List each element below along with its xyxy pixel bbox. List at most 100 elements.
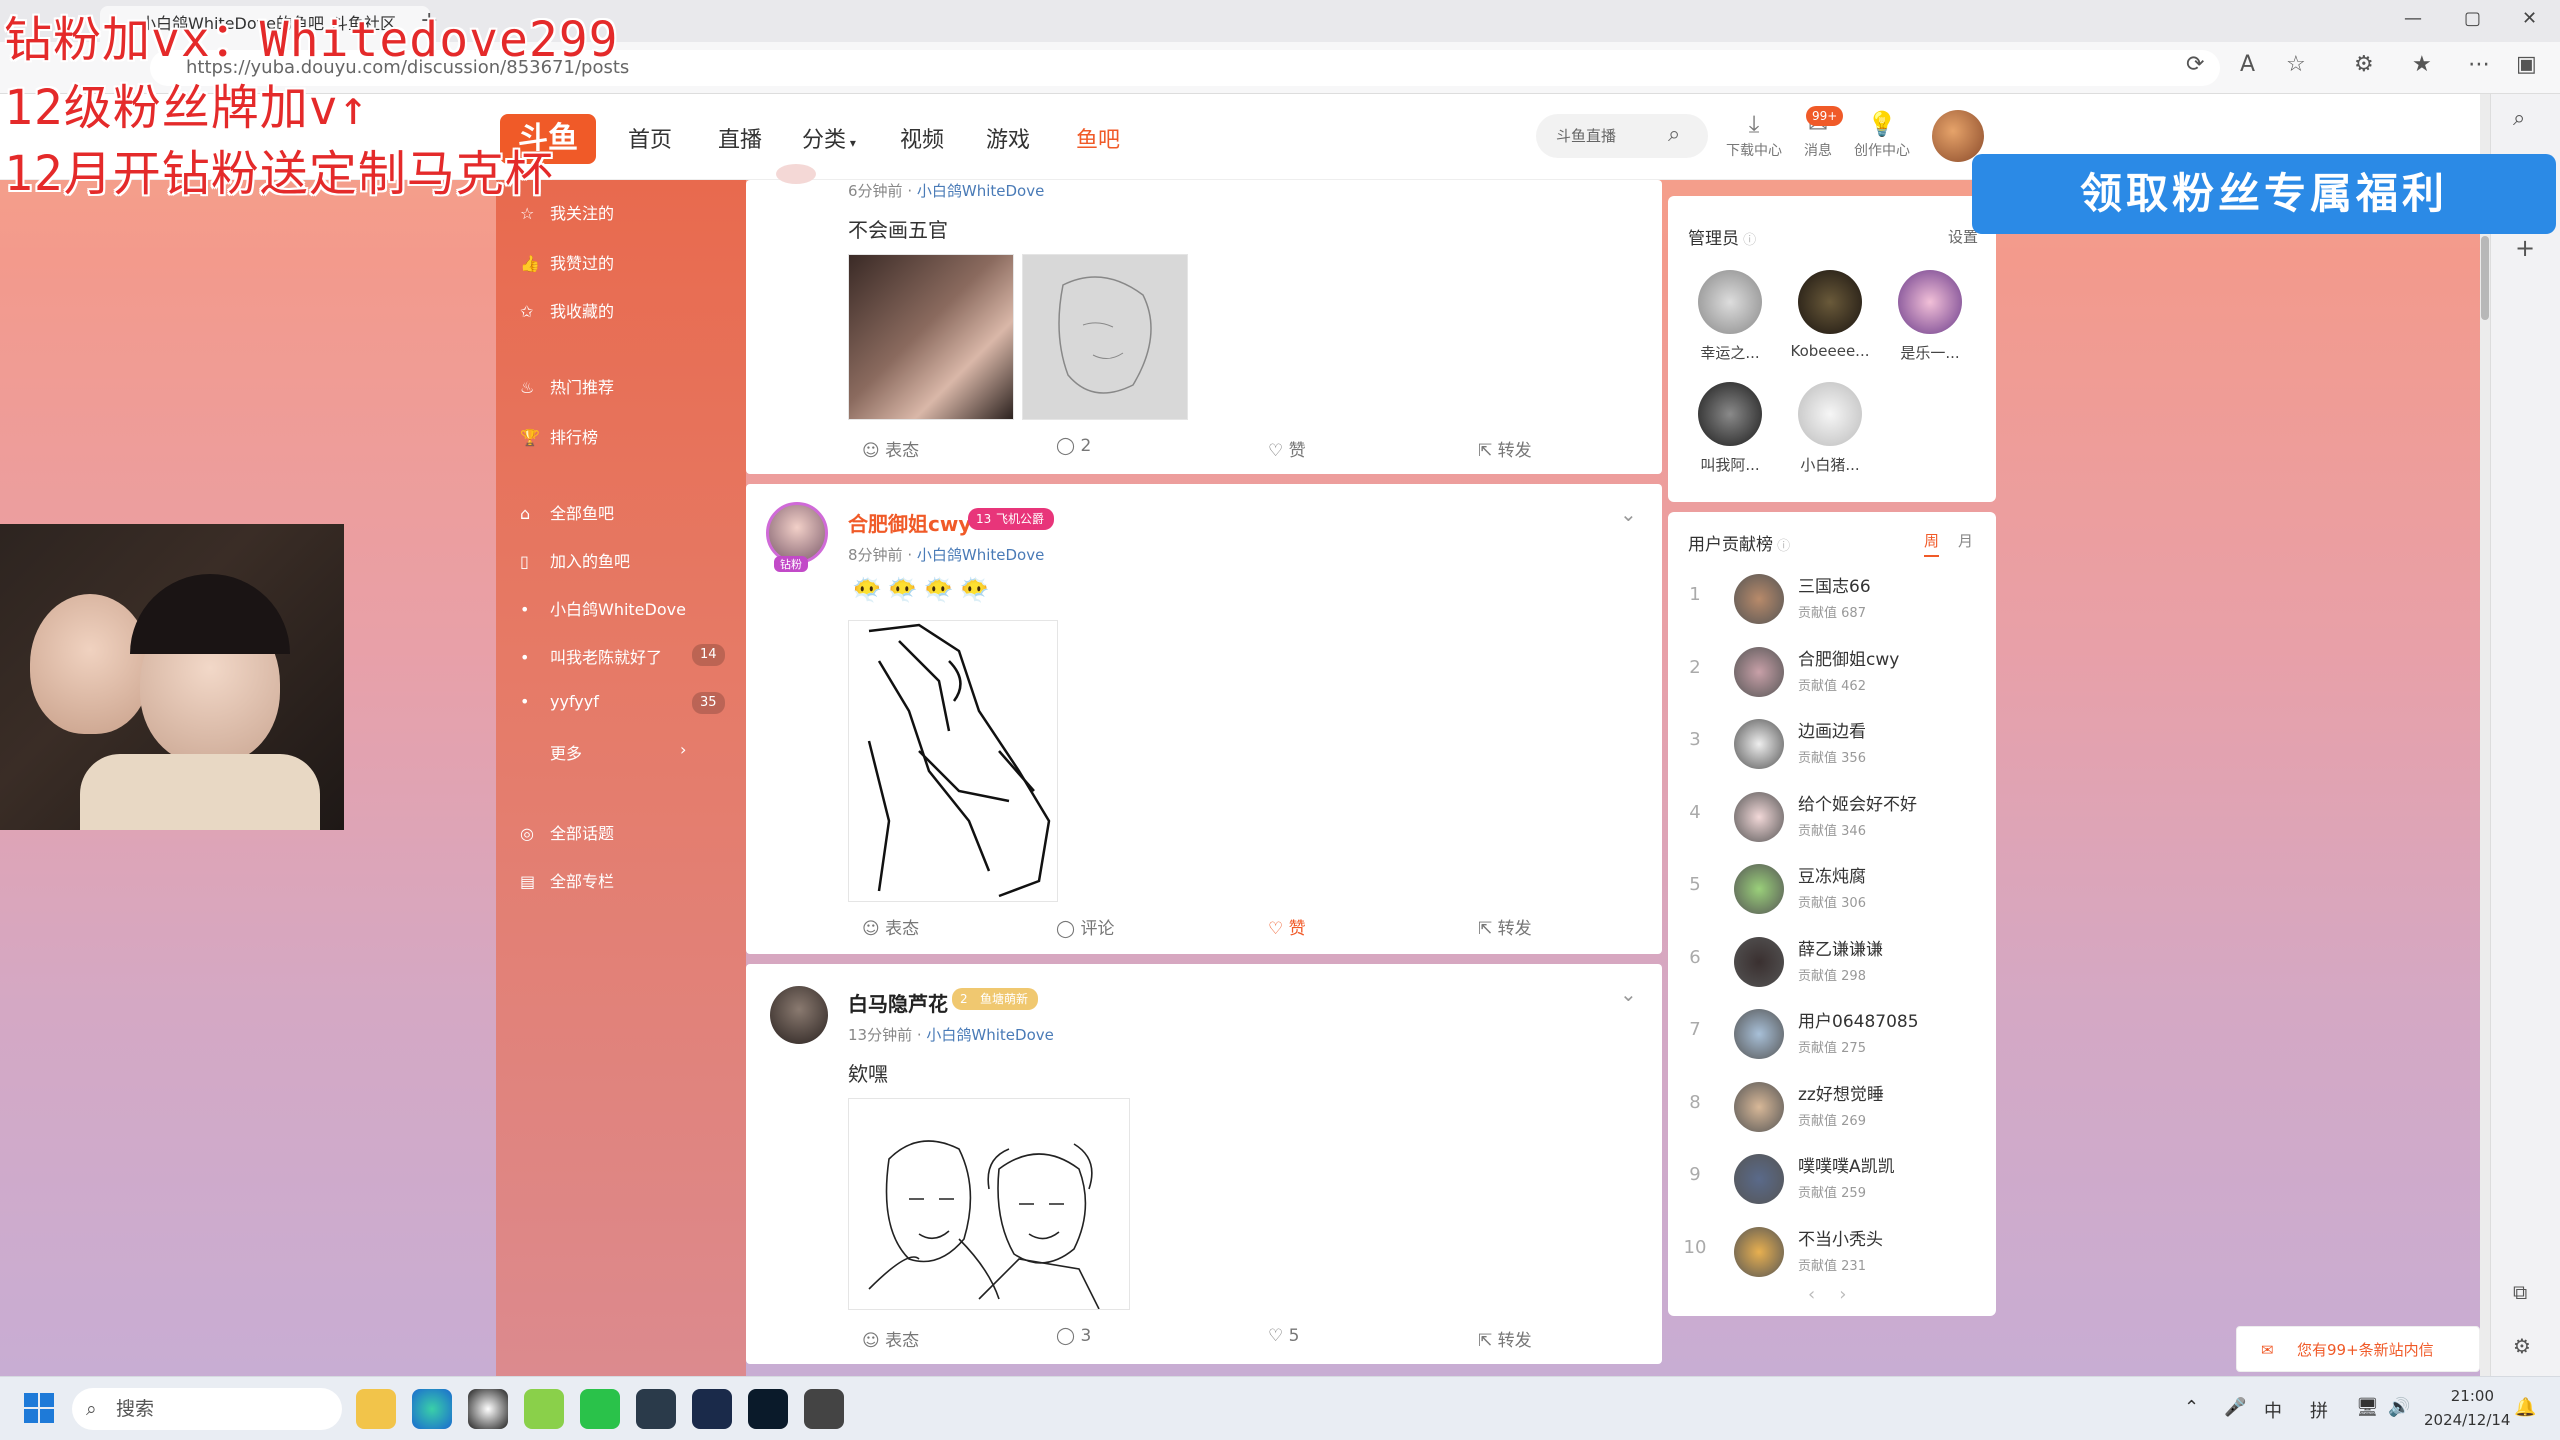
nav-home[interactable]: 首页 [628,122,672,154]
post-image[interactable] [848,1098,1130,1310]
ranking-row[interactable]: 2 合肥御姐cwy 贡献值 462 [1668,637,1996,707]
terminal-icon[interactable] [636,1389,676,1429]
like-button[interactable]: ♡ 赞 [1268,436,1306,461]
rank-username[interactable]: 用户06487085 [1798,1007,1919,1032]
sidebar-toggle-icon[interactable]: ▣ [2516,52,2537,77]
sidebar-item-topics[interactable]: ◎ 全部话题 [520,820,614,844]
post-avatar[interactable] [766,502,828,564]
share-button[interactable]: ⇱ 转发 [1478,914,1532,939]
file-explorer-icon[interactable] [356,1389,396,1429]
sidebar-item-liked[interactable]: 👍 我赞过的 [520,250,614,274]
share-button[interactable]: ⇱ 转发 [1478,436,1532,461]
rank-username[interactable]: 噗噗噗A凯凯 [1798,1152,1895,1177]
rank-avatar[interactable] [1734,1081,1784,1132]
rank-avatar[interactable] [1734,646,1784,697]
scrollbar-thumb[interactable] [2481,236,2489,320]
fan-benefit-banner[interactable]: 领取粉丝专属福利 [1972,154,2556,234]
wechat-icon[interactable] [580,1389,620,1429]
minimize-button[interactable]: — [2404,8,2422,29]
comment-button[interactable]: ◯ 评论 [1056,914,1114,939]
rank-avatar[interactable] [1734,1009,1784,1059]
favorite-icon[interactable]: ☆ [2286,52,2306,77]
search-icon[interactable]: ⌕ [1668,122,1680,147]
ranking-row[interactable]: 4 给个姬会好不好 贡献值 346 [1668,782,1996,852]
like-button[interactable]: ♡ 赞 [1268,914,1306,939]
post-username[interactable]: 合肥御姐cwy [848,508,971,537]
moderator-name[interactable]: 是乐一... [1880,342,1980,363]
app-icon[interactable] [524,1389,564,1429]
rank-avatar[interactable] [1734,719,1784,769]
post-group-link[interactable]: 小白鸽WhiteDove [917,182,1044,200]
add-icon[interactable]: + [2515,234,2535,262]
favorites-bar-icon[interactable]: ★ [2412,52,2432,77]
network-icon[interactable]: 🖥 [2356,1397,2379,1418]
rank-username[interactable]: 豆冻炖腐 [1798,862,1866,887]
rank-avatar[interactable] [1734,791,1784,842]
react-button[interactable]: ☺ 表态 [862,914,919,939]
rank-username[interactable]: 薛乙谦谦谦 [1798,935,1883,960]
maximize-button[interactable]: ▢ [2464,8,2481,29]
nav-yuba[interactable]: 鱼吧 [1076,122,1120,154]
sidebar-item-yyfyyf[interactable]: • yyfyyf [520,692,599,711]
ranking-row[interactable]: 1 三国志66 贡献值 687 [1668,564,1996,634]
rank-username[interactable]: 不当小秃头 [1798,1225,1883,1250]
nav-game[interactable]: 游戏 [986,122,1030,154]
rank-username[interactable]: 给个姬会好不好 [1798,790,1917,815]
react-button[interactable]: ☺ 表态 [862,1326,919,1351]
app-icon[interactable] [804,1389,844,1429]
moderator-avatar[interactable] [1798,382,1862,446]
chevron-down-icon[interactable]: ⌄ [1620,502,1637,526]
post-avatar[interactable] [770,986,828,1044]
start-button[interactable] [24,1393,54,1423]
post-image[interactable] [848,620,1058,902]
moderator-avatar[interactable] [1698,382,1762,446]
rank-avatar[interactable] [1734,936,1784,987]
rank-avatar[interactable] [1734,1226,1784,1277]
post-username[interactable]: 白马隐芦花 [848,988,948,1017]
extensions-icon[interactable]: ⚙ [2354,52,2374,77]
steam-icon[interactable] [692,1389,732,1429]
volume-icon[interactable]: 🔊 [2388,1397,2410,1418]
sidebar-item-all-yuba[interactable]: ⌂ 全部鱼吧 [520,500,614,524]
next-page-button[interactable]: › [1839,1284,1870,1305]
obs-icon[interactable] [468,1389,508,1429]
rank-username[interactable]: zz好想觉睡 [1798,1080,1884,1105]
ranking-row[interactable]: 9 噗噗噗A凯凯 贡献值 259 [1668,1144,1996,1214]
like-button[interactable]: ♡ 5 [1268,1326,1299,1346]
post-group-link[interactable]: 小白鸽WhiteDove [926,1026,1053,1044]
react-button[interactable]: ☺ 表态 [862,436,919,461]
ranking-row[interactable]: 10 不当小秃头 贡献值 231 [1668,1217,1996,1287]
nav-live[interactable]: 直播 [718,122,762,154]
download-center-button[interactable]: ⤓ 下载中心 [1724,110,1784,160]
rank-username[interactable]: 合肥御姐cwy [1798,645,1899,670]
moderator-name[interactable]: 幸运之... [1680,342,1780,363]
ranking-row[interactable]: 6 薛乙谦谦谦 贡献值 298 [1668,927,1996,997]
ranking-row[interactable]: 8 zz好想觉睡 贡献值 269 [1668,1072,1996,1142]
clock-time[interactable]: 21:00 [2424,1387,2494,1405]
sidebar-item-joined[interactable]: ▯ 加入的鱼吧 [520,548,630,572]
nav-video[interactable]: 视频 [900,122,944,154]
share-button[interactable]: ⇱ 转发 [1478,1326,1532,1351]
ime-pinyin[interactable]: 拼 [2310,1397,2328,1423]
post-image[interactable] [848,254,1014,420]
app-icon[interactable] [748,1389,788,1429]
post-image[interactable] [1022,254,1188,420]
more-menu-icon[interactable]: ⋯ [2468,52,2490,77]
rank-avatar[interactable] [1734,864,1784,914]
tab-week[interactable]: 周 [1924,530,1940,557]
microphone-icon[interactable]: 🎤 [2224,1397,2246,1418]
chevron-down-icon[interactable]: ⌄ [1620,982,1637,1006]
rank-avatar[interactable] [1734,574,1784,624]
notification-bell-icon[interactable]: 🔔 [2514,1397,2536,1418]
moderator-name[interactable]: 叫我阿... [1680,454,1780,475]
comment-button[interactable]: ◯ 2 [1056,436,1091,456]
moderator-name[interactable]: 小白猪... [1780,454,1880,475]
moderator-avatar[interactable] [1698,270,1762,334]
user-avatar[interactable] [1932,110,1984,162]
sidebar-item-hot[interactable]: ♨ 热门推荐 [520,374,614,398]
prev-page-button[interactable]: ‹ [1808,1284,1839,1305]
rank-username[interactable]: 边画边看 [1798,717,1866,742]
moderator-avatar[interactable] [1898,270,1962,334]
rank-username[interactable]: 三国志66 [1798,572,1871,597]
ranking-row[interactable]: 3 边画边看 贡献值 356 [1668,709,1996,779]
